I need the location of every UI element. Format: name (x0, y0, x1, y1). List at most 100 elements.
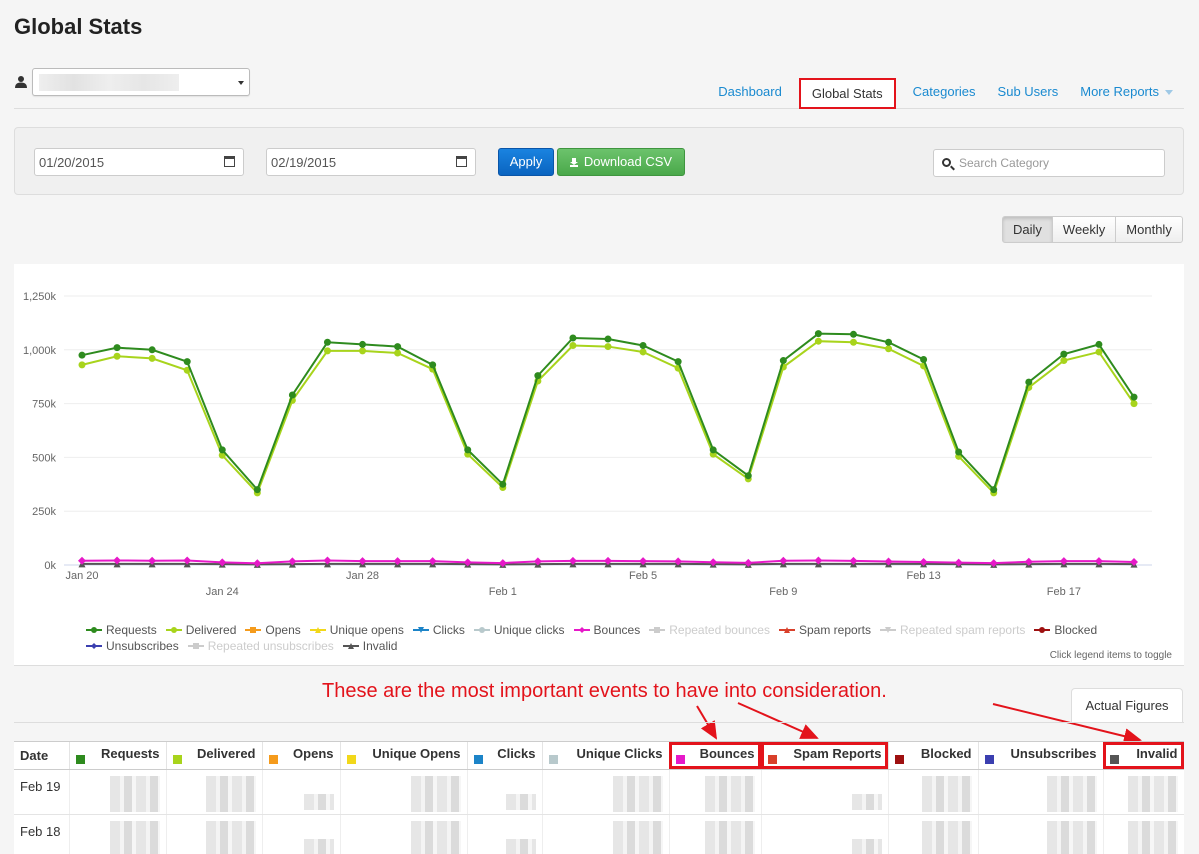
filter-bar: 01/20/2015 02/19/2015 Apply Download CSV… (14, 127, 1184, 195)
nav-dashboard[interactable]: Dashboard (707, 76, 793, 109)
subuser-select[interactable] (32, 68, 250, 96)
legend-item-clicks[interactable]: Clicks (412, 622, 465, 638)
redacted-value (109, 775, 160, 812)
column-color-swatch (1109, 755, 1119, 765)
legend-item-unsubscribes[interactable]: Unsubscribes (86, 638, 179, 654)
y-tick-label: 250k (32, 506, 56, 518)
row-date: Feb 18 (14, 814, 70, 854)
column-header-spam-reports[interactable]: Spam Reports (761, 742, 889, 770)
point-requests (218, 446, 226, 454)
column-color-swatch (172, 755, 182, 765)
nav-global-stats[interactable]: Global Stats (798, 78, 896, 109)
point-requests (113, 344, 121, 352)
legend-item-repeated-unsubscribes[interactable]: Repeated unsubscribes (187, 638, 334, 654)
column-color-swatch (675, 755, 685, 765)
column-header-label: Unique Clicks (576, 746, 663, 762)
page-title: Global Stats (14, 14, 143, 39)
column-header-opens[interactable]: Opens (262, 742, 341, 770)
legend-item-unique-clicks[interactable]: Unique clicks (473, 622, 565, 638)
legend-symbol (165, 627, 182, 633)
legend-item-requests[interactable]: Requests (86, 622, 157, 638)
column-color-swatch (548, 755, 558, 765)
calendar-icon[interactable] (224, 156, 235, 167)
redacted-value (612, 775, 663, 812)
start-date-value: 01/20/2015 (39, 155, 105, 170)
point-requests (849, 330, 857, 338)
point-requests (955, 448, 963, 456)
column-header-label: Spam Reports (793, 746, 882, 762)
column-header-delivered[interactable]: Delivered (166, 742, 263, 770)
download-csv-button[interactable]: Download CSV (557, 148, 685, 176)
column-header-blocked[interactable]: Blocked (888, 742, 979, 770)
legend-item-bounces[interactable]: Bounces (573, 622, 640, 638)
chevron-down-icon (1165, 90, 1173, 96)
period-monthly-button[interactable]: Monthly (1115, 216, 1183, 243)
legend-symbol (573, 627, 590, 633)
table-cell (69, 769, 167, 815)
table-cell (262, 814, 341, 854)
end-date-input[interactable]: 02/19/2015 (266, 148, 476, 176)
chart-legend: Requests Delivered Opens Unique opens Clicks… (86, 622, 1166, 654)
period-daily-button[interactable]: Daily (1002, 216, 1053, 243)
calendar-icon[interactable] (456, 156, 467, 167)
legend-item-opens[interactable]: Opens (245, 622, 301, 638)
point-delivered (604, 343, 612, 351)
point-requests (148, 346, 156, 354)
point-requests (78, 351, 86, 359)
column-header-clicks[interactable]: Clicks (467, 742, 543, 770)
point-requests (709, 446, 717, 454)
legend-item-spam-reports[interactable]: Spam reports (778, 622, 871, 638)
redacted-value (1046, 775, 1097, 812)
legend-item-unique-opens[interactable]: Unique opens (309, 622, 404, 638)
column-header-unique-clicks[interactable]: Unique Clicks (542, 742, 670, 770)
column-header-requests[interactable]: Requests (69, 742, 167, 770)
legend-label: Requests (106, 623, 157, 637)
legend-symbol (86, 627, 102, 633)
point-requests (569, 334, 577, 342)
table-cell (761, 814, 889, 854)
column-header-unique-opens[interactable]: Unique Opens (340, 742, 468, 770)
apply-button[interactable]: Apply (498, 148, 554, 176)
nav-sub-users[interactable]: Sub Users (987, 76, 1070, 109)
column-header-bounces[interactable]: Bounces (669, 742, 762, 770)
legend-label: Delivered (185, 623, 237, 637)
redacted-value (921, 775, 972, 812)
legend-item-repeated-bounces[interactable]: Repeated bounces (649, 622, 770, 638)
nav-more-reports[interactable]: More Reports (1069, 76, 1184, 109)
y-tick-label: 1,000k (23, 345, 57, 357)
column-header-unsubscribes[interactable]: Unsubscribes (978, 742, 1104, 770)
point-requests (779, 357, 787, 365)
point-delivered (639, 348, 647, 356)
column-header-label: Bounces (699, 746, 755, 762)
legend-marker (478, 627, 485, 633)
point-requests (744, 472, 752, 480)
user-icon (15, 76, 27, 88)
period-weekly-button[interactable]: Weekly (1051, 216, 1117, 243)
point-requests (394, 343, 402, 351)
legend-item-invalid[interactable]: Invalid (342, 638, 397, 654)
legend-symbol (309, 627, 326, 633)
column-header-date[interactable]: Date (14, 742, 70, 770)
legend-item-blocked[interactable]: Blocked (1034, 622, 1097, 638)
actual-figures-divider (14, 722, 1184, 723)
legend-item-delivered[interactable]: Delivered (165, 622, 237, 638)
period-toggle: Daily Weekly Monthly (1002, 216, 1183, 243)
legend-symbol (473, 627, 490, 633)
redacted-value (1127, 820, 1178, 854)
start-date-input[interactable]: 01/20/2015 (34, 148, 244, 176)
subuser-selector-row (14, 68, 250, 96)
nav-categories[interactable]: Categories (902, 76, 987, 109)
point-delivered (849, 338, 857, 346)
legend-item-repeated-spam-reports[interactable]: Repeated spam reports (880, 622, 1025, 638)
legend-symbol (187, 643, 204, 649)
column-color-swatch (984, 755, 994, 765)
actual-figures-tab[interactable]: Actual Figures (1071, 688, 1183, 723)
legend-label: Unique opens (329, 623, 404, 637)
search-category-input[interactable]: Search Category (933, 149, 1165, 177)
point-requests (604, 335, 612, 343)
x-tick-label: Jan 20 (65, 570, 98, 582)
redacted-value (205, 775, 256, 812)
column-header-label: Delivered (196, 746, 256, 762)
column-header-invalid[interactable]: Invalid (1103, 742, 1184, 770)
point-requests (429, 361, 437, 369)
